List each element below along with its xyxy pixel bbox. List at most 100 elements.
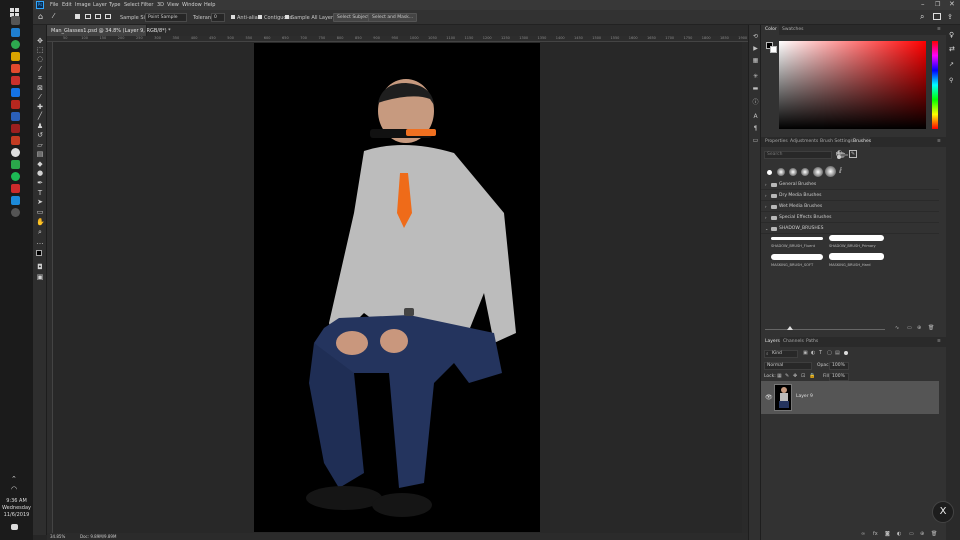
layer-name[interactable]: Layer 9	[796, 394, 813, 399]
app-icon-orange-red[interactable]	[11, 136, 20, 145]
app-icon-green[interactable]	[11, 160, 20, 169]
fill-input[interactable]: 100%	[829, 373, 849, 381]
color-panel-menu-icon[interactable]: ≡	[937, 27, 941, 32]
delete-brush-icon[interactable]: 🗑	[928, 325, 934, 331]
tolerance-input[interactable]: 0	[211, 13, 225, 22]
tab-paths[interactable]: Paths	[806, 339, 818, 344]
quick-mask-icon[interactable]: ◘	[36, 263, 44, 271]
new-group-icon[interactable]: ▭	[909, 531, 914, 537]
magic-wand-tool-icon[interactable]: ⁄	[53, 12, 54, 20]
blend-mode-select[interactable]: Normal	[764, 362, 812, 370]
tab-brushes[interactable]: Brushes	[853, 139, 871, 144]
lasso-tool-icon[interactable]: ◌	[36, 55, 44, 63]
crop-tool-icon[interactable]: ⌗	[36, 74, 44, 82]
edit-toolbar-icon[interactable]: …	[36, 238, 44, 246]
filter-adjustment-icon[interactable]: ◐	[811, 350, 815, 356]
info-icon[interactable]: ⓘ	[752, 99, 759, 106]
filter-shape-icon[interactable]: ▢	[827, 350, 832, 356]
frame-tool-icon[interactable]: ⊠	[36, 84, 44, 92]
sample-all-layers-checkbox[interactable]	[285, 15, 289, 19]
brush-tip-soft-round-4[interactable]	[813, 167, 823, 177]
history-brush-tool-icon[interactable]: ↺	[36, 131, 44, 139]
minimize-icon[interactable]: –	[921, 0, 925, 8]
document-canvas[interactable]	[254, 43, 540, 532]
lock-image-icon[interactable]: ✎	[785, 373, 789, 379]
select-and-mask-button[interactable]: Select and Mask...	[368, 13, 418, 22]
brush-tip-soft-round-2[interactable]	[789, 168, 797, 176]
foreground-color-swatch[interactable]	[36, 250, 42, 256]
tab-brush-settings[interactable]: Brush Settings	[820, 139, 853, 144]
subtract-selection-icon[interactable]	[95, 14, 101, 19]
menu-help[interactable]: Help	[204, 2, 215, 8]
brush-folder-row[interactable]: › Dry Media Brushes	[761, 191, 939, 201]
photoshop-taskbar-icon[interactable]	[11, 88, 20, 97]
folder-chevron-icon[interactable]: ›	[765, 182, 767, 187]
adjustment-layer-icon[interactable]: ◐	[897, 531, 901, 537]
chrome-icon[interactable]	[11, 40, 20, 49]
menu-type[interactable]: Type	[109, 2, 120, 8]
menu-image[interactable]: Image	[75, 2, 91, 8]
zoom-level[interactable]: 34.85%	[50, 534, 65, 539]
search-icon[interactable]: ⌕	[920, 12, 924, 22]
tab-adjustments[interactable]: Adjustments	[790, 139, 818, 144]
lock-artboard-icon[interactable]: ⊡	[801, 373, 805, 379]
brush-masking-soft-stroke[interactable]	[771, 254, 823, 260]
brush-preview-slider-track[interactable]	[765, 329, 885, 330]
maximize-icon[interactable]: ❐	[935, 1, 940, 8]
brush-folder-row[interactable]: ⌄ SHADOW_BRUSHES	[761, 224, 939, 234]
type-tool-icon[interactable]: T	[36, 189, 44, 197]
menu-file[interactable]: File	[50, 2, 58, 8]
add-mask-icon[interactable]: ◙	[885, 531, 890, 537]
app-icon-white[interactable]	[11, 148, 20, 157]
marquee-tool-icon[interactable]: ⬚	[36, 46, 44, 54]
tab-channels[interactable]: Channels	[783, 339, 804, 344]
blur-tool-icon[interactable]: ◆	[36, 160, 44, 168]
arrows-icon[interactable]: ⇄	[949, 45, 955, 53]
tab-swatches[interactable]: Swatches	[782, 27, 804, 32]
close-window-icon[interactable]: ✕	[949, 0, 955, 8]
folder-chevron-icon[interactable]: ›	[765, 215, 767, 220]
clock-time[interactable]: 9:36 AM	[0, 498, 33, 504]
tab-layers[interactable]: Layers	[765, 339, 780, 344]
hand-tool-icon[interactable]: ✋	[36, 218, 45, 226]
lock-transparent-icon[interactable]: ▦	[777, 373, 782, 379]
layer-visibility-eye-icon[interactable]: 👁	[765, 394, 773, 401]
gradient-tool-icon[interactable]: ▤	[36, 150, 44, 158]
history-icon[interactable]: ⟲	[752, 33, 759, 40]
filter-toggle-icon[interactable]	[844, 351, 848, 355]
discover-icon[interactable]: ♀	[949, 31, 954, 39]
clone-stamp-tool-icon[interactable]: ♟	[36, 122, 44, 130]
eraser-tool-icon[interactable]: ▱	[36, 141, 44, 149]
pen-tool-icon[interactable]: ✒	[36, 179, 44, 187]
app-icon-red[interactable]	[11, 64, 20, 73]
brush-settings-toggle-icon[interactable]: ∿	[895, 325, 899, 331]
workspace-icon[interactable]	[933, 13, 941, 20]
spotify-icon[interactable]	[11, 172, 20, 181]
word-icon[interactable]	[11, 112, 20, 121]
new-selection-icon[interactable]	[75, 14, 80, 19]
healing-brush-tool-icon[interactable]: ✚	[36, 103, 44, 111]
paragraph-icon[interactable]: ¶	[752, 125, 759, 132]
windows-start-icon[interactable]	[10, 3, 20, 17]
document-tab[interactable]: Man_Glasses1.psd @ 34.8% (Layer 9, RGB/8…	[47, 25, 171, 36]
brush-folder-row[interactable]: › General Brushes	[761, 180, 939, 190]
menu-layer[interactable]: Layer	[93, 2, 107, 8]
network-icon[interactable]: ◠	[11, 485, 20, 494]
menu-filter[interactable]: Filter	[141, 2, 153, 8]
app-icon-dark-red[interactable]	[11, 100, 20, 109]
character-icon[interactable]: A	[752, 113, 759, 120]
menu-select[interactable]: Select	[124, 2, 139, 8]
learn-icon[interactable]: ▬	[752, 85, 759, 92]
folder-chevron-icon[interactable]: ›	[765, 204, 767, 209]
app-icon-red-3[interactable]	[11, 184, 20, 193]
expand-panels-icon[interactable]: ↗	[949, 61, 954, 68]
brush-tip-soft-round-5[interactable]	[825, 166, 836, 177]
hue-slider[interactable]	[932, 41, 938, 129]
move-tool-icon[interactable]: ✥	[36, 37, 44, 45]
menu-window[interactable]: Window	[182, 2, 202, 8]
quick-selection-tool-icon[interactable]: ⁄	[36, 65, 44, 73]
brush-tool-icon[interactable]: ╱	[36, 112, 44, 120]
sample-size-select[interactable]: Point Sample	[145, 13, 187, 22]
notifications-icon[interactable]	[11, 524, 18, 530]
edge-icon[interactable]	[11, 28, 20, 37]
